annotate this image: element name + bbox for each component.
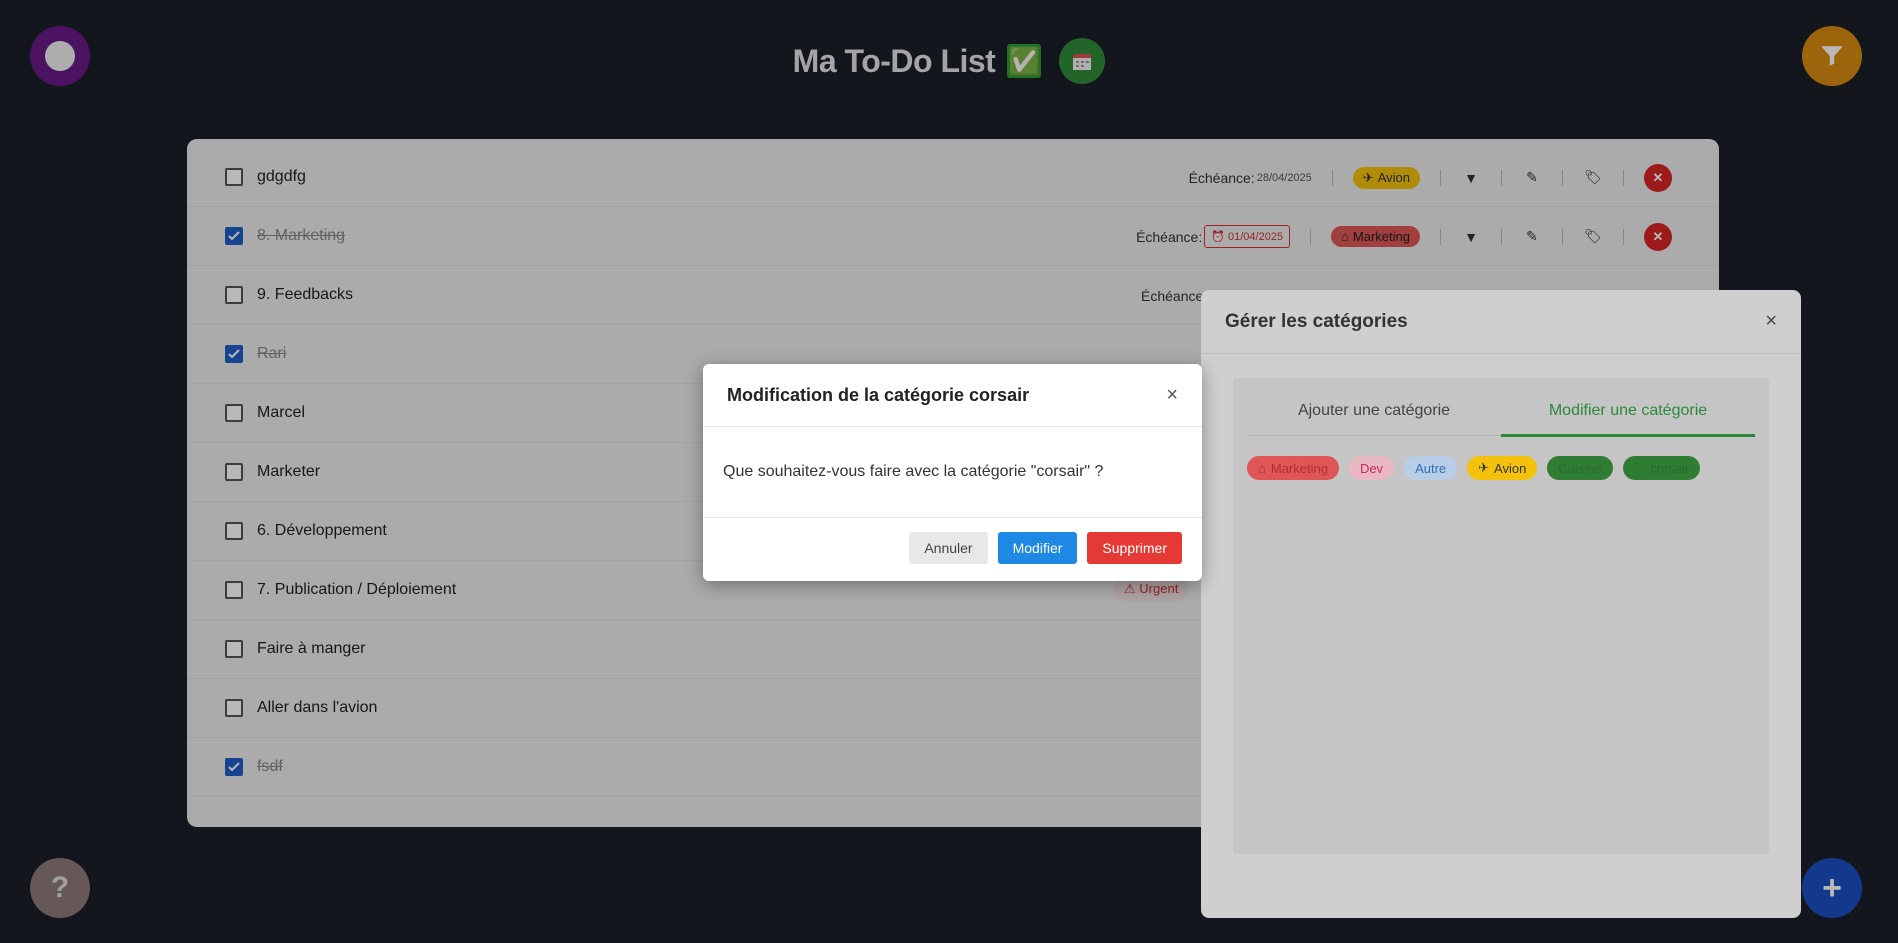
edit-category-modal: Modification de la catégorie corsair × Q… <box>703 364 1202 581</box>
tab-add-category[interactable]: Ajouter une catégorie <box>1247 396 1501 435</box>
modal-footer: Annuler Modifier Supprimer <box>703 518 1202 578</box>
close-icon[interactable]: × <box>1765 310 1777 333</box>
edit-button[interactable]: Modifier <box>997 532 1078 564</box>
heart-icon: ♡ <box>1633 460 1646 475</box>
close-icon[interactable]: × <box>1166 384 1178 407</box>
cancel-button[interactable]: Annuler <box>909 532 988 564</box>
home-icon: ⌂ <box>1258 460 1266 476</box>
category-chips: ⌂ Marketing Dev Autre ✈ Avion Cuisine ♡ corsair <box>1247 456 1755 480</box>
category-chip[interactable]: Dev <box>1348 456 1395 480</box>
modal-header: Modification de la catégorie corsair × <box>703 364 1202 427</box>
plane-icon: ✈ <box>1478 460 1490 475</box>
modal-title: Modification de la catégorie corsair <box>727 384 1030 405</box>
delete-button[interactable]: Supprimer <box>1087 532 1182 564</box>
tab-edit-category[interactable]: Modifier une catégorie <box>1501 396 1755 437</box>
categories-tabs: Ajouter une catégorie Modifier une catég… <box>1247 396 1755 437</box>
category-chip[interactable]: ✈ Avion <box>1467 456 1538 480</box>
category-chip[interactable]: Autre <box>1404 456 1458 480</box>
category-chip[interactable]: ♡ corsair <box>1622 456 1701 480</box>
category-chip[interactable]: Cuisine <box>1547 456 1613 480</box>
modal-message: Que souhaitez-vous faire avec la catégor… <box>703 427 1202 518</box>
categories-header: Gérer les catégories × <box>1201 290 1801 354</box>
categories-body: Ajouter une catégorie Modifier une catég… <box>1233 378 1769 854</box>
category-chip[interactable]: ⌂ Marketing <box>1247 456 1339 480</box>
categories-title: Gérer les catégories <box>1225 310 1408 332</box>
categories-panel: Gérer les catégories × Ajouter une catég… <box>1201 290 1801 918</box>
